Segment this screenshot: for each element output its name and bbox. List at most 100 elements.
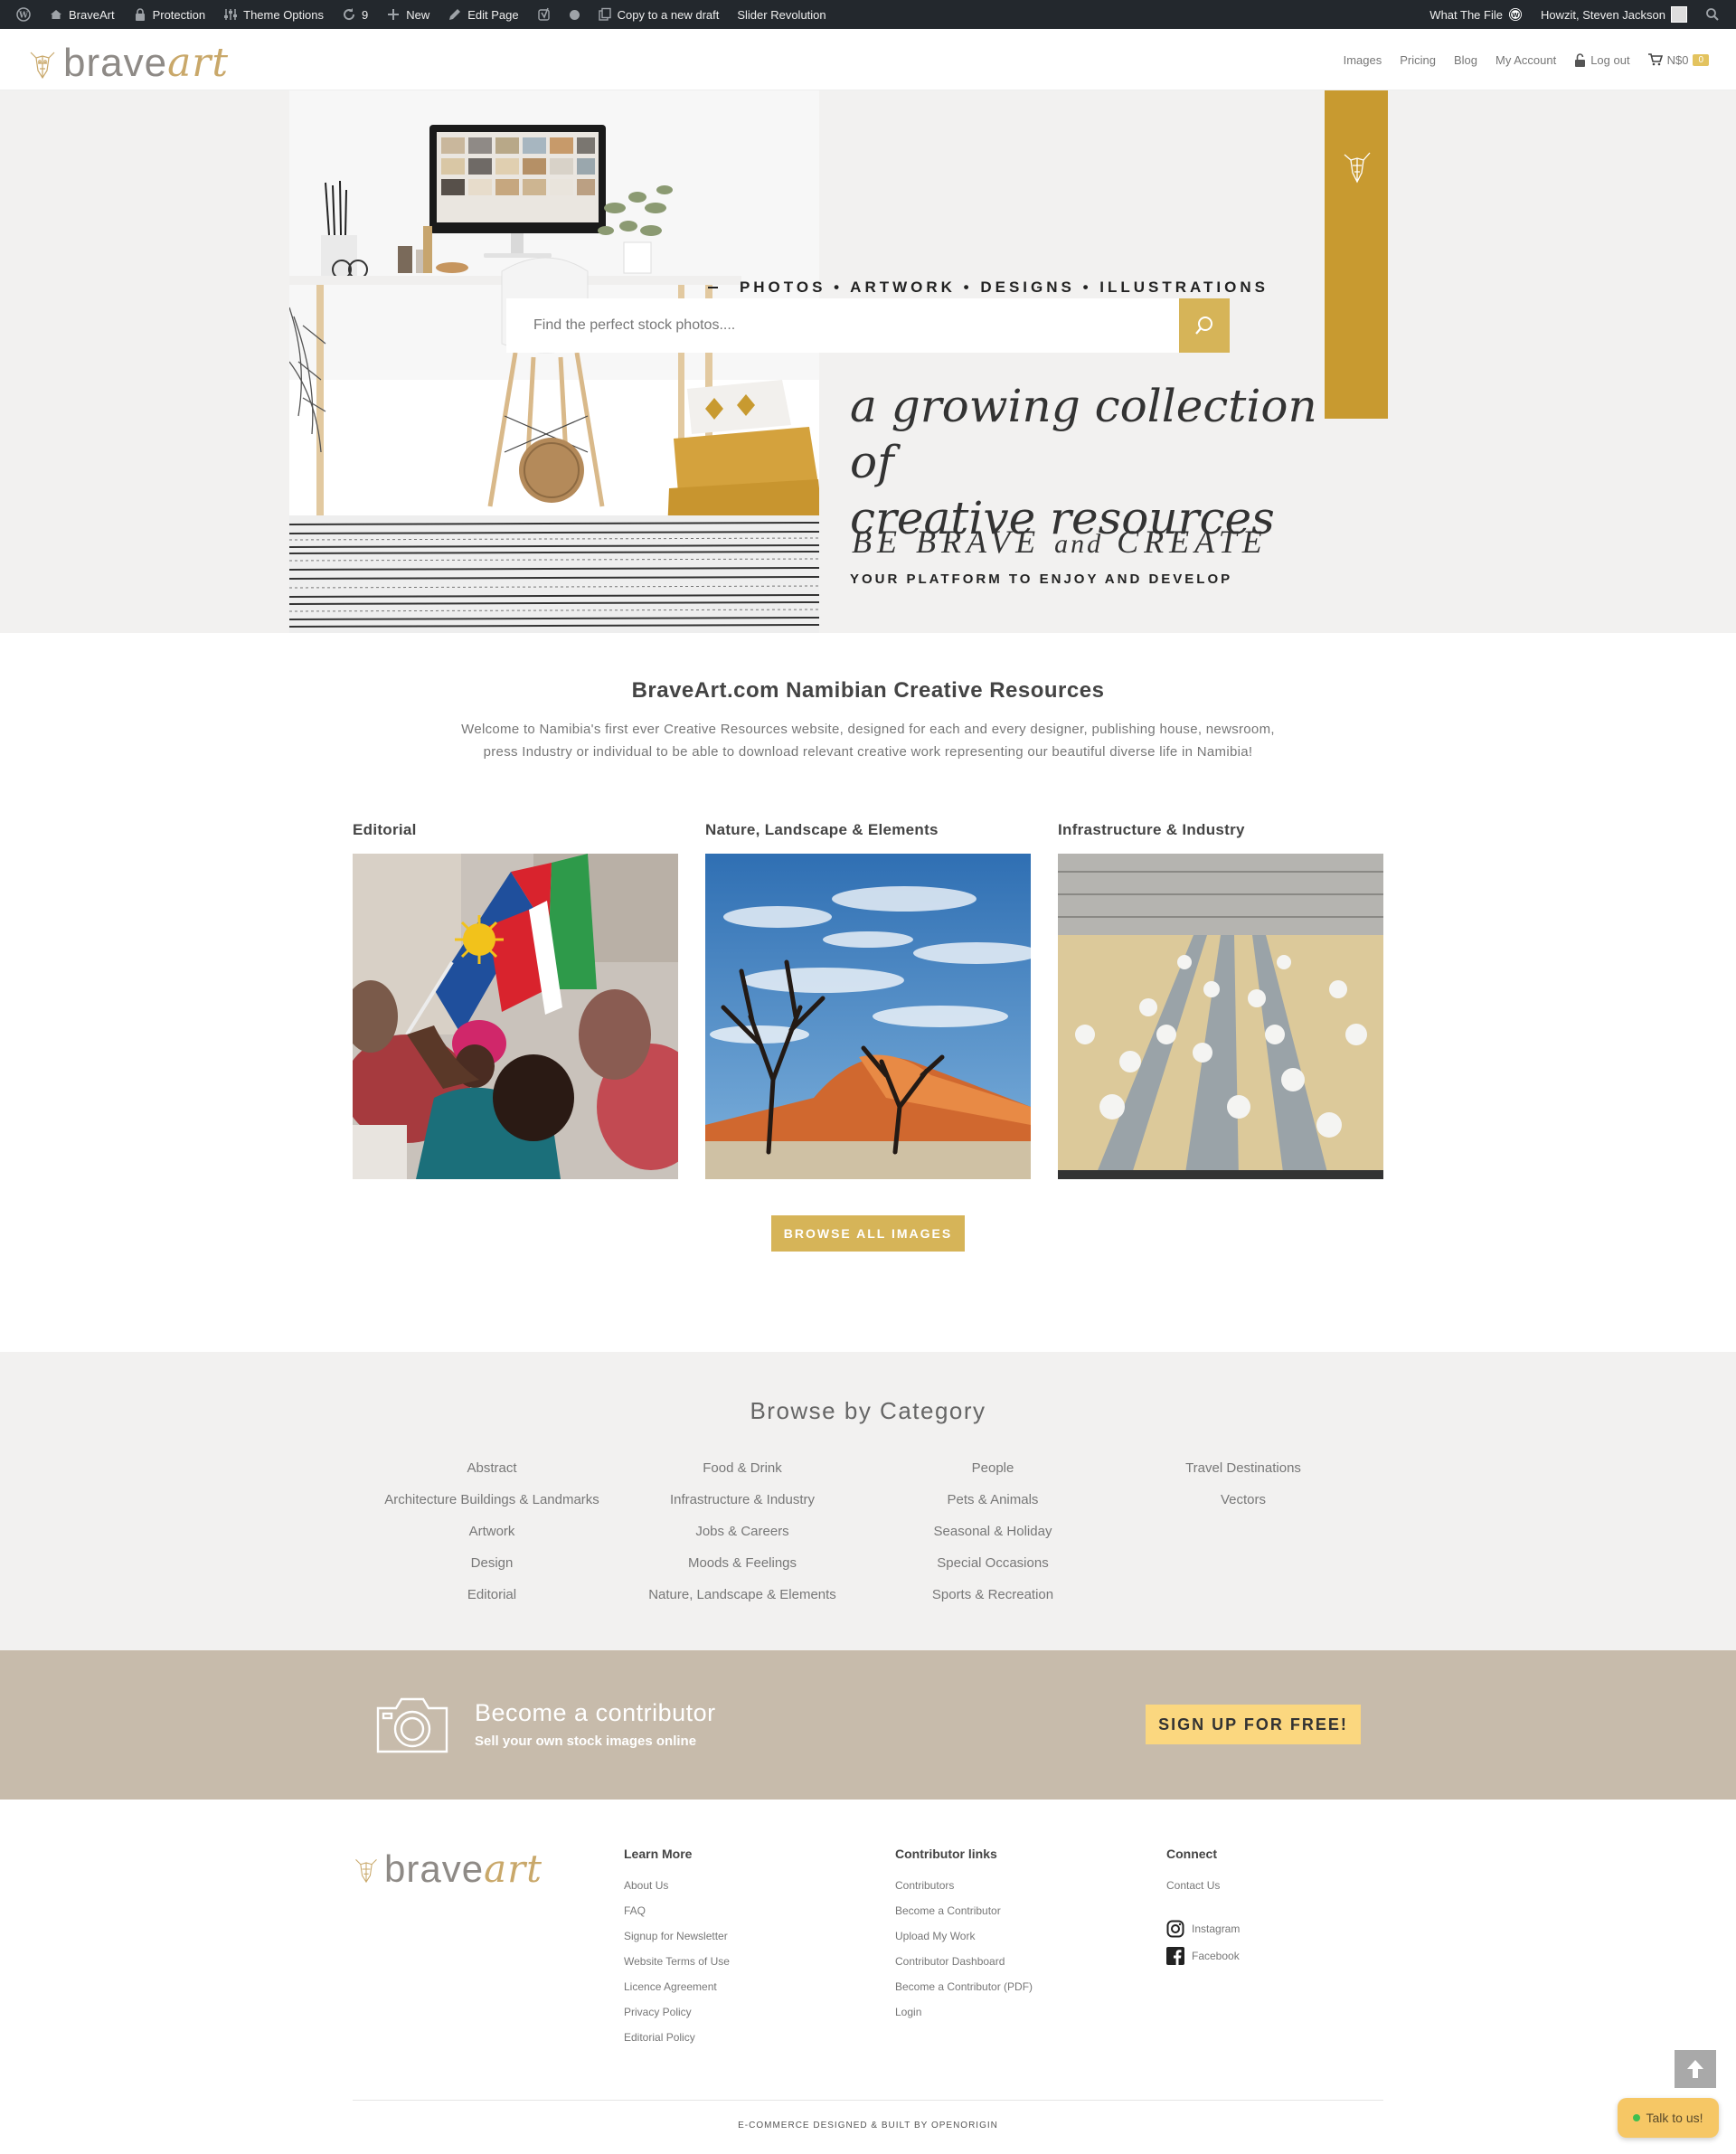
- category-link[interactable]: Abstract: [367, 1460, 617, 1492]
- category-column-4: Travel Destinations Vectors: [1118, 1460, 1368, 1524]
- search-icon: [1195, 316, 1212, 335]
- footer-logo-wordmark: braveart: [384, 1847, 543, 1891]
- footer-contributor-links: Contributor links Contributors Become a …: [895, 1847, 1148, 2031]
- category-link[interactable]: Special Occasions: [868, 1555, 1118, 1587]
- hero-platform-text: YOUR PLATFORM TO ENJOY AND DEVELOP: [850, 572, 1233, 587]
- unlock-icon: [1575, 52, 1586, 67]
- footer-link[interactable]: Signup for Newsletter: [624, 1930, 877, 1955]
- admin-search[interactable]: [1696, 0, 1729, 29]
- editorial-flag-image[interactable]: [353, 854, 678, 1179]
- search-button[interactable]: [1179, 298, 1230, 353]
- create-text: CREATE: [1117, 524, 1268, 560]
- admin-slider-revolution[interactable]: Slider Revolution: [728, 0, 835, 29]
- main-nav: Images Pricing Blog My Account Log out N…: [1344, 29, 1709, 90]
- admin-yoast[interactable]: [528, 0, 561, 29]
- footer-link[interactable]: Website Terms of Use: [624, 1955, 877, 1980]
- footer-logo[interactable]: braveart: [353, 1847, 542, 1891]
- footer-link[interactable]: Editorial Policy: [624, 2031, 877, 2056]
- admin-copy-draft-label: Copy to a new draft: [617, 7, 720, 22]
- nav-my-account[interactable]: My Account: [1495, 53, 1556, 67]
- admin-what-the-file[interactable]: What The File W: [1420, 0, 1532, 29]
- category-link[interactable]: Food & Drink: [618, 1460, 867, 1492]
- footer-column-title: Learn More: [624, 1847, 693, 1861]
- admin-edit-page[interactable]: Edit Page: [439, 0, 527, 29]
- category-link[interactable]: Infrastructure & Industry: [618, 1492, 867, 1524]
- category-link[interactable]: Editorial: [367, 1587, 617, 1619]
- category-link[interactable]: Jobs & Careers: [618, 1524, 867, 1555]
- wtf-logo-icon: W: [1508, 7, 1523, 22]
- footer-column-title: Contributor links: [895, 1847, 997, 1861]
- admin-site-name-label: BraveArt: [69, 7, 115, 22]
- footer-link[interactable]: About Us: [624, 1879, 877, 1904]
- admin-site-name[interactable]: BraveArt: [40, 0, 124, 29]
- infrastructure-factory-image[interactable]: [1058, 854, 1383, 1179]
- refresh-icon: [342, 7, 356, 22]
- footer-connect: Connect Contact Us Instagram Facebook: [1166, 1847, 1420, 1970]
- footer-link[interactable]: Become a Contributor: [895, 1904, 1148, 1930]
- nav-cart[interactable]: N$0 0: [1647, 53, 1709, 67]
- braveart-logo-icon: [30, 52, 55, 79]
- admin-theme-options[interactable]: Theme Options: [214, 0, 333, 29]
- avatar: [1671, 6, 1687, 23]
- chat-label: Talk to us!: [1646, 2111, 1703, 2125]
- category-link[interactable]: Vectors: [1118, 1492, 1368, 1524]
- category-link[interactable]: Sports & Recreation: [868, 1587, 1118, 1619]
- footer-facebook-link[interactable]: Facebook: [1166, 1942, 1420, 1970]
- nav-logout[interactable]: Log out: [1574, 52, 1630, 67]
- admin-seo-status[interactable]: [561, 0, 589, 29]
- footer-link[interactable]: Contributor Dashboard: [895, 1955, 1148, 1980]
- admin-protection[interactable]: Protection: [124, 0, 215, 29]
- featured-category-nature[interactable]: Nature, Landscape & Elements: [705, 821, 1031, 1179]
- category-link[interactable]: Travel Destinations: [1118, 1460, 1368, 1492]
- footer-link[interactable]: Licence Agreement: [624, 1980, 877, 2006]
- footer-link[interactable]: Contributors: [895, 1879, 1148, 1904]
- site-logo[interactable]: braveart: [27, 40, 229, 86]
- footer-link[interactable]: FAQ: [624, 1904, 877, 1930]
- nav-pricing[interactable]: Pricing: [1400, 53, 1436, 67]
- featured-title: Infrastructure & Industry: [1058, 821, 1245, 838]
- category-link[interactable]: Design: [367, 1555, 617, 1587]
- admin-copy-draft[interactable]: Copy to a new draft: [589, 0, 729, 29]
- browse-all-images-button[interactable]: BROWSE ALL IMAGES: [771, 1215, 965, 1252]
- nav-images[interactable]: Images: [1344, 53, 1382, 67]
- become-contributor-band: Become a contributor Sell your own stock…: [0, 1650, 1736, 1800]
- category-link[interactable]: Artwork: [367, 1524, 617, 1555]
- admin-edit-page-label: Edit Page: [467, 7, 519, 22]
- category-link[interactable]: Nature, Landscape & Elements: [618, 1587, 867, 1619]
- featured-category-editorial[interactable]: Editorial: [353, 821, 678, 1179]
- category-link[interactable]: Architecture Buildings & Landmarks: [367, 1492, 617, 1524]
- site-header: braveart Images Pricing Blog My Account …: [0, 29, 1736, 90]
- admin-my-account[interactable]: Howzit, Steven Jackson: [1532, 0, 1696, 29]
- cart-count-badge: 0: [1693, 53, 1709, 66]
- home-icon: [49, 7, 63, 22]
- admin-wordpress-menu[interactable]: W: [7, 0, 40, 29]
- category-link[interactable]: Seasonal & Holiday: [868, 1524, 1118, 1555]
- chat-widget-button[interactable]: Talk to us!: [1618, 2098, 1719, 2138]
- admin-new[interactable]: New: [377, 0, 439, 29]
- admin-theme-options-label: Theme Options: [243, 7, 324, 22]
- status-dot-icon: [569, 9, 580, 20]
- and-text: and: [1054, 529, 1104, 559]
- footer-credit[interactable]: E-COMMERCE DESIGNED & BUILT BY OPENORIGI…: [0, 2121, 1736, 2130]
- footer-link[interactable]: Upload My Work: [895, 1930, 1148, 1955]
- intro-title: BraveArt.com Namibian Creative Resources: [631, 678, 1105, 703]
- footer-link[interactable]: Privacy Policy: [624, 2006, 877, 2031]
- search-input[interactable]: [506, 298, 1179, 353]
- category-link[interactable]: Pets & Animals: [868, 1492, 1118, 1524]
- nav-blog[interactable]: Blog: [1454, 53, 1477, 67]
- contributor-subtitle: Sell your own stock images online: [475, 1734, 697, 1749]
- contributor-title: Become a contributor: [475, 1699, 716, 1726]
- footer-learn-more: Learn More About Us FAQ Signup for Newsl…: [624, 1847, 877, 2056]
- category-link[interactable]: People: [868, 1460, 1118, 1492]
- footer-link[interactable]: Login: [895, 2006, 1148, 2031]
- footer-contact-link[interactable]: Contact Us: [1166, 1879, 1420, 1915]
- category-link[interactable]: Moods & Feelings: [618, 1555, 867, 1587]
- instagram-icon: [1166, 1920, 1184, 1938]
- featured-category-infrastructure[interactable]: Infrastructure & Industry: [1058, 821, 1383, 1179]
- nature-deadvlei-image[interactable]: [705, 854, 1031, 1179]
- footer-link[interactable]: Become a Contributor (PDF): [895, 1980, 1148, 2006]
- signup-free-button[interactable]: SIGN UP FOR FREE!: [1146, 1705, 1361, 1744]
- footer-instagram-link[interactable]: Instagram: [1166, 1915, 1420, 1942]
- admin-updates[interactable]: 9: [333, 0, 377, 29]
- scroll-to-top-button[interactable]: [1675, 2050, 1716, 2088]
